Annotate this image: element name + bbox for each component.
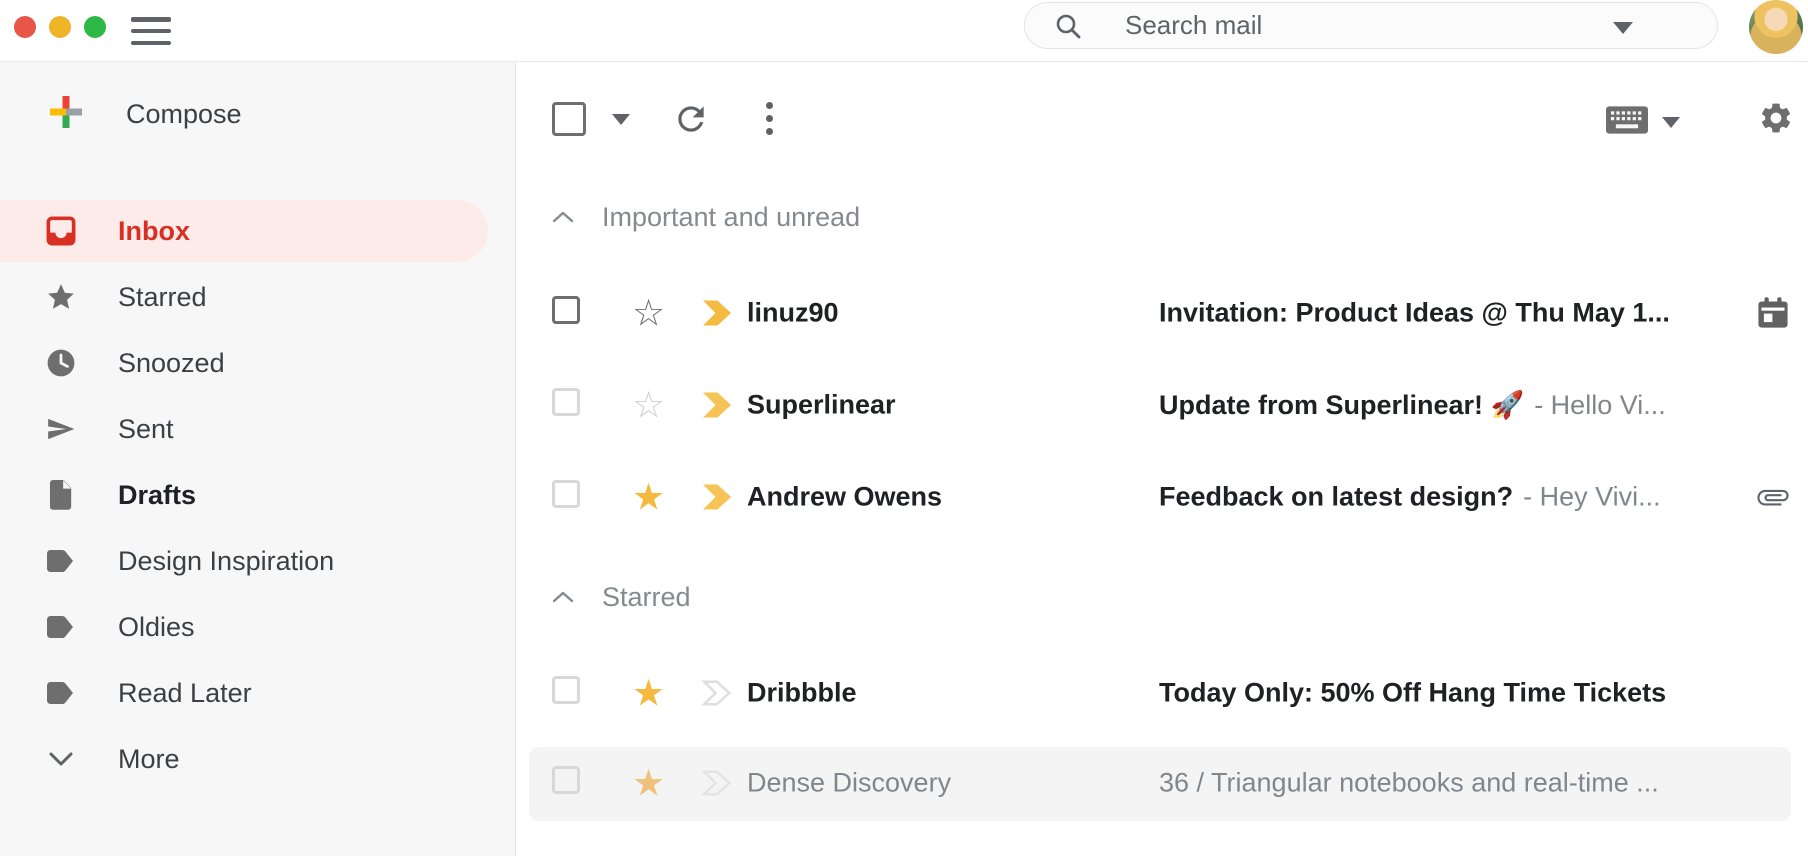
email-snippet: - Hey Vivi... [1523, 482, 1661, 512]
close-window-button[interactable] [14, 16, 36, 38]
sidebar: Compose Inbox Starred Snoozed [0, 62, 516, 856]
refresh-icon[interactable] [672, 100, 710, 138]
search-options-caret-icon[interactable] [1613, 22, 1633, 34]
clock-icon [46, 348, 76, 378]
sidebar-item-label: More [118, 744, 180, 775]
email-sender: linuz90 [747, 298, 1137, 329]
keyboard-icon [1606, 106, 1648, 139]
section-title: Starred [602, 582, 691, 613]
menu-icon[interactable] [131, 15, 171, 47]
email-subject-line: Update from Superlinear! 🚀 - Hello Vi... [1159, 389, 1730, 421]
email-checkbox[interactable] [552, 766, 580, 794]
email-sender: Dribbble [747, 678, 1137, 709]
email-subject: Today Only: 50% Off Hang Time Tickets [1159, 678, 1666, 708]
search-input[interactable]: Search mail [1024, 2, 1718, 49]
email-row[interactable]: ★ Andrew Owens Feedback on latest design… [516, 451, 1808, 543]
collapse-section-icon[interactable] [552, 590, 574, 604]
inbox-icon [46, 216, 76, 246]
avatar[interactable] [1749, 0, 1803, 54]
search-icon [1053, 11, 1083, 41]
email-sender: Superlinear [747, 390, 1137, 421]
star-icon [46, 282, 76, 312]
more-options-icon[interactable] [766, 102, 774, 135]
email-row[interactable]: ☆ linuz90 Invitation: Product Ideas @ Th… [516, 267, 1808, 359]
sidebar-item-snoozed[interactable]: Snoozed [0, 330, 515, 396]
email-subject-line: Feedback on latest design? - Hey Vivi... [1159, 482, 1730, 513]
sidebar-item-inbox[interactable]: Inbox [0, 198, 515, 264]
sidebar-item-label: Drafts [118, 480, 196, 511]
mail-list-pane: Important and unread ☆ linuz90 Invitatio… [516, 62, 1808, 856]
sidebar-item-label: Inbox [118, 216, 190, 247]
sidebar-item-label: Oldies [118, 612, 195, 643]
sidebar-item-label: Snoozed [118, 348, 225, 379]
paperclip-icon [1756, 480, 1790, 514]
email-subject: Update from Superlinear! 🚀 [1159, 390, 1524, 420]
email-row[interactable]: ★ Dribbble Today Only: 50% Off Hang Time… [516, 647, 1808, 739]
importance-marker-icon[interactable] [699, 390, 737, 420]
importance-marker-icon[interactable] [699, 298, 737, 328]
email-row[interactable]: ☆ Superlinear Update from Superlinear! 🚀… [516, 359, 1808, 451]
settings-gear-icon[interactable] [1758, 100, 1794, 136]
sidebar-item-sent[interactable]: Sent [0, 396, 515, 462]
sidebar-item-oldies[interactable]: Oldies [0, 594, 515, 660]
email-subject-line: Invitation: Product Ideas @ Thu May 1... [1159, 298, 1730, 329]
sidebar-item-label: Sent [118, 414, 174, 445]
sidebar-item-read-later[interactable]: Read Later [0, 660, 515, 726]
label-icon [46, 616, 76, 638]
importance-marker-icon[interactable] [699, 482, 737, 512]
email-checkbox[interactable] [552, 676, 580, 704]
mail-toolbar [516, 100, 1808, 142]
email-checkbox[interactable] [552, 388, 580, 416]
sidebar-item-label: Starred [118, 282, 207, 313]
star-filled-icon[interactable]: ★ [632, 479, 665, 516]
zoom-window-button[interactable] [84, 16, 106, 38]
email-subject: 36 / Triangular notebooks and real-time … [1159, 768, 1659, 798]
section-header-starred: Starred [516, 578, 1808, 616]
keyboard-caret-icon [1662, 117, 1680, 128]
email-subject: Feedback on latest design? [1159, 482, 1513, 512]
select-all-checkbox[interactable] [552, 102, 586, 136]
email-subject-line: 36 / Triangular notebooks and real-time … [1159, 768, 1730, 799]
section-header-important: Important and unread [516, 198, 1808, 236]
label-icon [46, 550, 76, 572]
star-filled-icon[interactable]: ★ [632, 675, 665, 712]
sidebar-item-drafts[interactable]: Drafts [0, 462, 515, 528]
email-row[interactable]: ★ Dense Discovery 36 / Triangular notebo… [516, 737, 1808, 829]
email-sender: Andrew Owens [747, 482, 1137, 513]
sidebar-nav: Inbox Starred Snoozed Sent [0, 198, 515, 792]
sidebar-item-starred[interactable]: Starred [0, 264, 515, 330]
email-checkbox[interactable] [552, 480, 580, 508]
search-placeholder: Search mail [1125, 10, 1262, 41]
email-sender: Dense Discovery [747, 768, 1137, 799]
star-outline-icon[interactable]: ☆ [632, 387, 665, 424]
star-outline-icon[interactable]: ☆ [632, 295, 665, 332]
email-snippet: - Hello Vi... [1534, 390, 1666, 420]
email-subject-line: Today Only: 50% Off Hang Time Tickets [1159, 678, 1730, 709]
compose-label: Compose [126, 99, 242, 130]
star-filled-icon[interactable]: ★ [632, 765, 665, 802]
file-icon [46, 480, 76, 510]
select-options-caret-icon[interactable] [612, 114, 630, 125]
sidebar-item-label: Design Inspiration [118, 546, 334, 577]
chevron-down-icon [46, 752, 76, 766]
sidebar-item-more[interactable]: More [0, 726, 515, 792]
sidebar-item-design-inspiration[interactable]: Design Inspiration [0, 528, 515, 594]
label-icon [46, 682, 76, 704]
importance-marker-outline-icon[interactable] [699, 768, 737, 798]
email-subject: Invitation: Product Ideas @ Thu May 1... [1159, 298, 1670, 328]
topbar: Search mail [0, 0, 1808, 62]
sidebar-item-label: Read Later [118, 678, 252, 709]
importance-marker-outline-icon[interactable] [699, 678, 737, 708]
compose-plus-icon [46, 92, 86, 137]
minimize-window-button[interactable] [49, 16, 71, 38]
compose-button[interactable]: Compose [46, 85, 242, 143]
collapse-section-icon[interactable] [552, 210, 574, 224]
calendar-icon [1756, 296, 1790, 330]
email-checkbox[interactable] [552, 296, 580, 324]
input-tools-button[interactable] [1606, 106, 1680, 139]
section-title: Important and unread [602, 202, 860, 233]
window-controls [14, 16, 106, 38]
send-icon [46, 414, 76, 444]
